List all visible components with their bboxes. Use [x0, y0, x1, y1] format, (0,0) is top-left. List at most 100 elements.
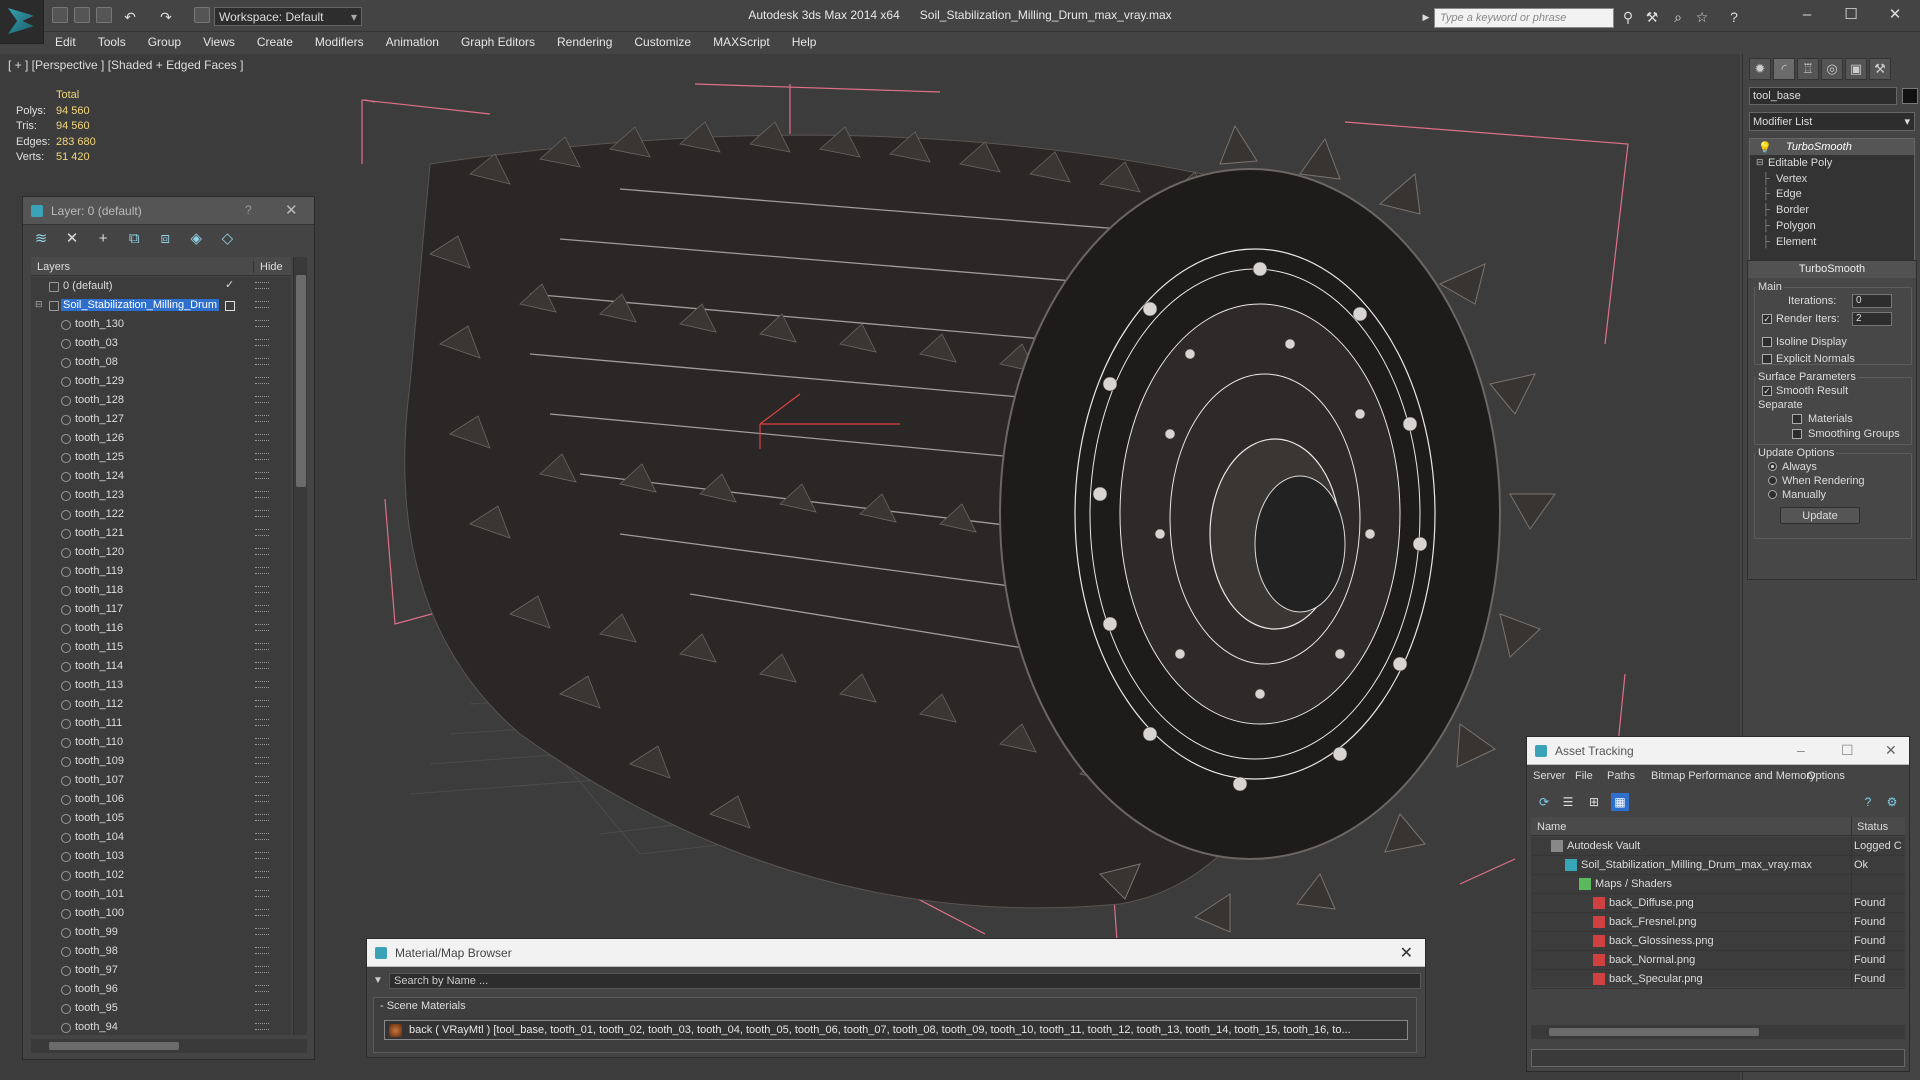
asset-minimize-icon[interactable]: – — [1797, 742, 1805, 758]
layer-object-row[interactable]: tooth_98 — [31, 942, 291, 961]
communication-icon[interactable]: ⌕ — [1670, 9, 1686, 25]
layer-object-row[interactable]: tooth_106 — [31, 790, 291, 809]
new-file-icon[interactable] — [52, 7, 68, 23]
asset-row[interactable]: Soil_Stabilization_Milling_Drum_max_vray… — [1531, 856, 1905, 875]
menu-group[interactable]: Group — [137, 32, 192, 52]
smooth-result-checkbox[interactable]: ✓ — [1762, 386, 1772, 396]
help-icon[interactable]: ? — [1726, 9, 1742, 25]
scroll-thumb[interactable] — [1549, 1028, 1759, 1036]
layer-object-row[interactable]: tooth_107 — [31, 771, 291, 790]
asset-row[interactable]: back_Fresnel.png Found — [1531, 913, 1905, 932]
menu-animation[interactable]: Animation — [375, 32, 450, 52]
hide-toggle[interactable] — [255, 795, 269, 802]
asset-row[interactable]: Maps / Shaders — [1531, 875, 1905, 894]
asset-menu-paths[interactable]: Paths — [1607, 770, 1635, 782]
layer-object-row[interactable]: tooth_112 — [31, 695, 291, 714]
hide-toggle[interactable] — [255, 586, 269, 593]
layer-object-row[interactable]: tooth_114 — [31, 657, 291, 676]
material-item-back[interactable]: back ( VRayMtl ) [tool_base, tooth_01, t… — [384, 1020, 1408, 1040]
modifier-stack-item[interactable]: ⊟ Editable Poly — [1750, 155, 1914, 171]
hide-toggle[interactable] — [255, 320, 269, 327]
search-input[interactable]: Type a keyword or phrase — [1434, 8, 1614, 28]
project-folder-icon[interactable] — [194, 7, 210, 23]
modifier-stack-item[interactable]: ├ Polygon — [1750, 218, 1914, 234]
viewport-label[interactable]: [ + ] [Perspective ] [Shaded + Edged Fac… — [8, 58, 243, 72]
hide-toggle[interactable] — [255, 605, 269, 612]
col-layers[interactable]: Layers — [37, 261, 70, 273]
subscription-icon[interactable]: ⚒ — [1644, 9, 1660, 25]
layer-object-row[interactable]: tooth_110 — [31, 733, 291, 752]
object-name-field[interactable]: tool_base — [1749, 87, 1897, 105]
asset-menu-bitmap-performance-and-memory[interactable]: Bitmap Performance and Memory — [1651, 770, 1815, 782]
update-button[interactable]: Update — [1780, 507, 1860, 524]
collapse-icon[interactable]: ⊟ — [1756, 157, 1764, 168]
list-view-icon[interactable]: ☰ — [1559, 793, 1577, 811]
asset-tracking-title-bar[interactable]: Asset Tracking – ☐ ✕ — [1527, 737, 1909, 765]
layer-object-row[interactable]: tooth_03 — [31, 334, 291, 353]
layer-object-row[interactable]: tooth_99 — [31, 923, 291, 942]
menu-edit[interactable]: Edit — [44, 32, 87, 52]
table-view-icon[interactable]: ▦ — [1611, 793, 1629, 811]
hide-toggle[interactable] — [255, 529, 269, 536]
hide-toggle[interactable] — [255, 757, 269, 764]
hide-toggle[interactable] — [255, 871, 269, 878]
asset-row[interactable]: Autodesk Vault Logged C — [1531, 837, 1905, 856]
render-iters-checkbox[interactable]: ✓ — [1762, 314, 1772, 324]
material-browser-title-bar[interactable]: Material/Map Browser ✕ — [367, 939, 1425, 967]
hide-toggle[interactable] — [255, 833, 269, 840]
menu-graph-editors[interactable]: Graph Editors — [450, 32, 546, 52]
search-expand-icon[interactable]: ▶ — [1418, 9, 1434, 25]
layer-object-row[interactable]: tooth_109 — [31, 752, 291, 771]
modify-tab-icon[interactable]: ◜ — [1773, 58, 1795, 80]
layer-close-icon[interactable]: ✕ — [285, 201, 298, 219]
always-radio[interactable] — [1768, 462, 1777, 471]
scene-materials-label[interactable]: - Scene Materials — [380, 1000, 466, 1012]
create-layer-icon[interactable]: ≋ — [31, 229, 51, 249]
hide-all-layers-icon[interactable]: ◈ — [186, 229, 206, 249]
thumbnail-view-icon[interactable]: ⊞ — [1585, 793, 1603, 811]
menu-create[interactable]: Create — [246, 32, 304, 52]
layer-panel-title-bar[interactable]: Layer: 0 (default) ? ✕ — [23, 197, 314, 225]
asset-menu-options[interactable]: Options — [1807, 770, 1845, 782]
open-file-icon[interactable] — [74, 7, 90, 23]
motion-tab-icon[interactable]: ◎ — [1821, 58, 1843, 80]
scroll-thumb[interactable] — [49, 1042, 179, 1050]
modifier-stack-item[interactable]: ├ Vertex — [1750, 171, 1914, 187]
layer-object-row[interactable]: tooth_105 — [31, 809, 291, 828]
rollout-title[interactable]: TurboSmooth — [1748, 261, 1916, 278]
layer-object-row[interactable]: tooth_102 — [31, 866, 291, 885]
menu-modifiers[interactable]: Modifiers — [304, 32, 375, 52]
layer-object-row[interactable]: tooth_103 — [31, 847, 291, 866]
hide-toggle[interactable] — [255, 358, 269, 365]
asset-maximize-icon[interactable]: ☐ — [1841, 742, 1854, 759]
app-logo-button[interactable] — [0, 0, 44, 44]
layer-object-row[interactable]: tooth_121 — [31, 524, 291, 543]
col-hide[interactable]: Hide — [253, 261, 283, 273]
collapse-icon[interactable]: ⊟ — [35, 299, 43, 310]
layer-object-row[interactable]: tooth_08 — [31, 353, 291, 372]
isoline-checkbox[interactable] — [1762, 337, 1772, 347]
hide-toggle[interactable] — [255, 985, 269, 992]
menu-maxscript[interactable]: MAXScript — [702, 32, 781, 52]
hide-toggle[interactable] — [255, 643, 269, 650]
utilities-tab-icon[interactable]: ⚒ — [1869, 58, 1891, 80]
favorites-star-icon[interactable]: ☆ — [1694, 9, 1710, 25]
hide-toggle[interactable] — [255, 966, 269, 973]
layer-object-row[interactable]: tooth_111 — [31, 714, 291, 733]
hide-toggle[interactable] — [255, 1004, 269, 1011]
asset-menu-file[interactable]: File — [1575, 770, 1593, 782]
layer-object-row[interactable]: tooth_120 — [31, 543, 291, 562]
hide-toggle[interactable] — [255, 1023, 269, 1030]
hide-toggle[interactable] — [255, 510, 269, 517]
hide-toggle[interactable] — [255, 852, 269, 859]
layer-object-row[interactable]: tooth_130 — [31, 315, 291, 334]
hide-toggle[interactable] — [255, 681, 269, 688]
add-to-layer-icon[interactable]: + — [93, 229, 113, 249]
modifier-stack-item[interactable]: ├ Edge — [1750, 186, 1914, 202]
explicit-normals-checkbox[interactable] — [1762, 354, 1772, 364]
layer-object-row[interactable]: tooth_124 — [31, 467, 291, 486]
asset-row[interactable]: back_Diffuse.png Found — [1531, 894, 1905, 913]
layer-horizontal-scrollbar[interactable] — [31, 1039, 307, 1053]
hide-toggle[interactable] — [255, 415, 269, 422]
asset-close-icon[interactable]: ✕ — [1885, 742, 1897, 759]
